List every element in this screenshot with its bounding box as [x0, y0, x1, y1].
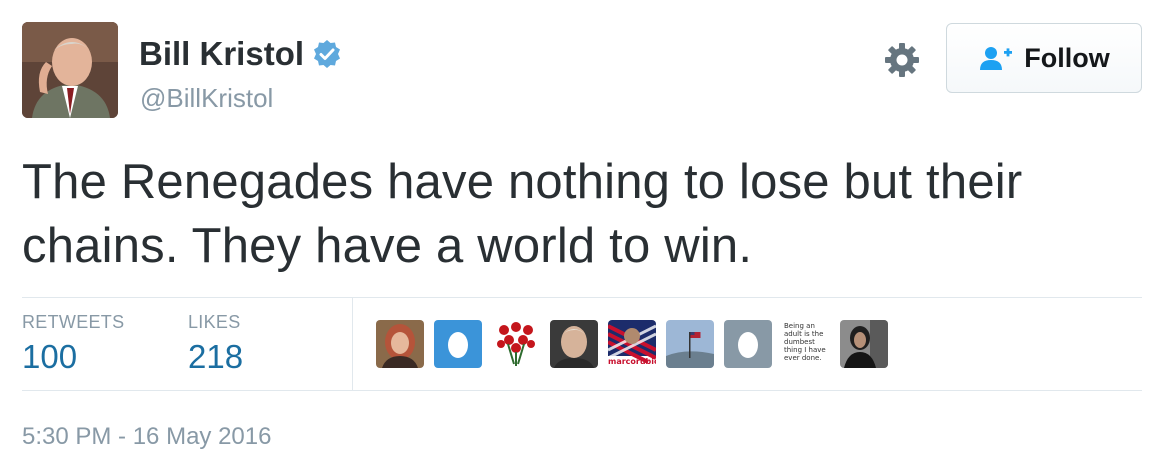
- follow-label: Follow: [1024, 42, 1110, 73]
- likers-list: marcorubio Being an adult is the dumbest…: [376, 320, 898, 368]
- liker-avatar-woman[interactable]: [376, 320, 424, 368]
- rubio-caption: marcorubio: [608, 357, 656, 366]
- text-quote-avatar[interactable]: Being an adult is the dumbest thing I ha…: [782, 320, 830, 368]
- retweets-label: RETWEETS: [22, 312, 125, 332]
- author-avatar[interactable]: [22, 22, 118, 118]
- stats-vertical-divider: [352, 298, 353, 390]
- roses-avatar-icon[interactable]: [492, 320, 540, 368]
- author-display-name[interactable]: Bill Kristol: [139, 34, 304, 74]
- retweets-count[interactable]: 100: [22, 338, 77, 376]
- add-user-icon: [978, 45, 1014, 71]
- liker-avatar-dark[interactable]: [840, 320, 888, 368]
- stats-top-divider: [22, 297, 1142, 298]
- tweet-timestamp[interactable]: 5:30 PM - 16 May 2016: [22, 423, 271, 451]
- author-handle[interactable]: @BillKristol: [140, 82, 273, 114]
- default-egg-avatar-blue-icon[interactable]: [434, 320, 482, 368]
- likes-count[interactable]: 218: [188, 338, 243, 376]
- tweet-text: The Renegades have nothing to lose but t…: [22, 155, 1023, 273]
- default-egg-avatar-gray-icon[interactable]: [724, 320, 772, 368]
- stats-bottom-divider: [22, 390, 1142, 391]
- liker-avatar-man[interactable]: [550, 320, 598, 368]
- follow-button[interactable]: Follow: [946, 23, 1142, 93]
- flag-landscape-avatar-icon[interactable]: [666, 320, 714, 368]
- likes-label: LIKES: [188, 312, 241, 332]
- gear-icon[interactable]: [883, 41, 921, 79]
- rubio-supporter-avatar[interactable]: marcorubio: [608, 320, 656, 368]
- verified-badge-icon: [312, 39, 342, 69]
